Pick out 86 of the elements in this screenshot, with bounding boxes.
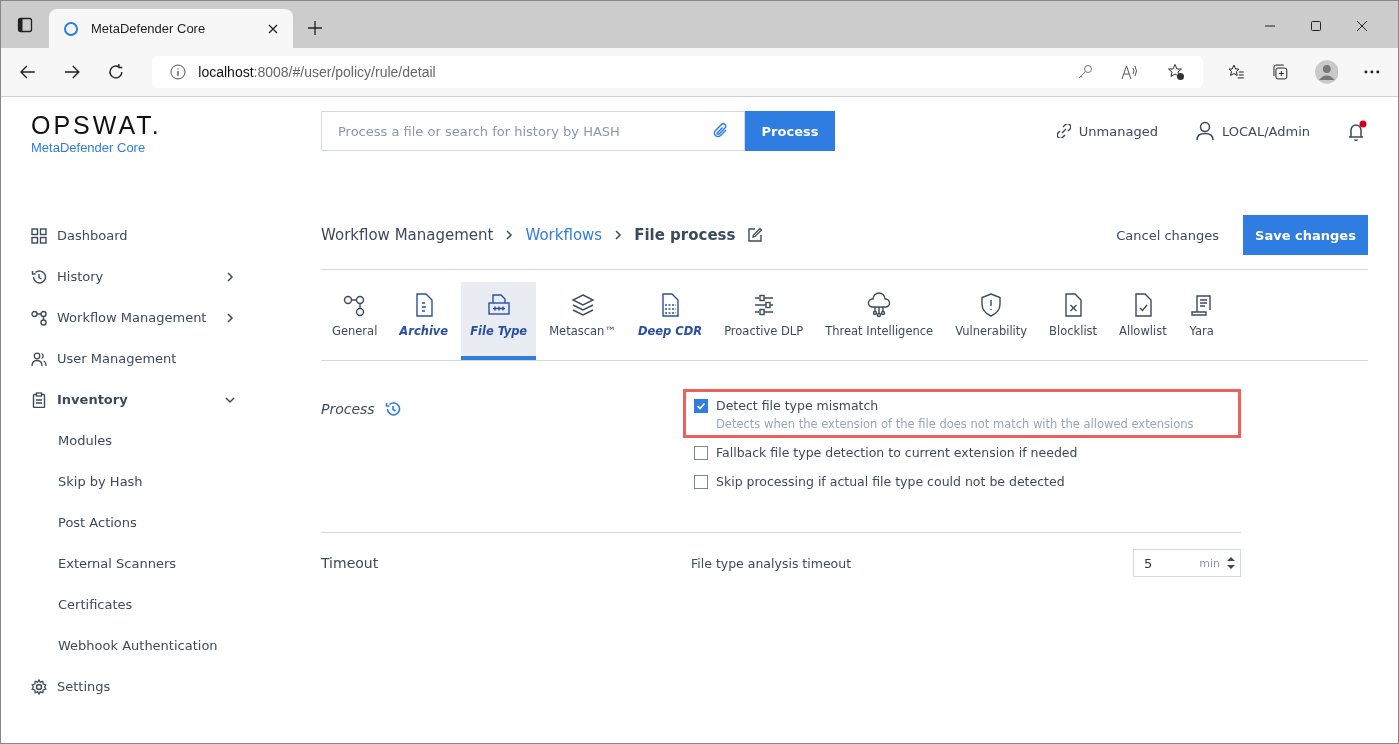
new-tab-icon[interactable]	[307, 20, 323, 36]
history-icon	[31, 268, 47, 285]
favorite-add-icon[interactable]	[1167, 63, 1185, 81]
checkbox[interactable]	[694, 474, 708, 489]
sidebar-subitem[interactable]: Post Actions	[31, 502, 137, 543]
checkbox[interactable]	[694, 398, 708, 413]
workflow-icon	[31, 309, 47, 326]
clipboard-icon	[31, 391, 47, 408]
checkbox-label[interactable]: Detect file type mismatch	[716, 398, 879, 413]
tab[interactable]: Proactive DLP	[715, 282, 813, 360]
chevron-icon	[505, 230, 514, 240]
sidebar-subitem[interactable]: External Scanners	[31, 543, 177, 584]
close-icon[interactable]	[1356, 20, 1368, 32]
process-button[interactable]: Process	[745, 111, 835, 151]
back-icon[interactable]	[19, 63, 37, 81]
tab[interactable]: Vulnerability	[946, 282, 1037, 360]
chevron-icon	[225, 271, 235, 282]
tab[interactable]: Archive	[390, 282, 458, 360]
tab[interactable]: General	[323, 282, 387, 360]
history-icon[interactable]	[384, 401, 401, 417]
timeout-field[interactable]: 5 min	[1133, 549, 1241, 577]
close-icon[interactable]	[267, 22, 279, 35]
sidebar-item[interactable]: Settings	[31, 666, 241, 707]
search-input[interactable]: Process a file or search for history by HASH	[336, 122, 712, 140]
sidebar-item[interactable]: Workflow Management	[31, 297, 241, 338]
tab[interactable]: Threat Intelligence	[816, 282, 943, 360]
tab[interactable]: Blocklist	[1040, 282, 1107, 360]
users-icon	[31, 350, 47, 367]
checkbox-label[interactable]: Skip processing if actual file type could not be detected	[716, 474, 1065, 489]
sidebar-subitem[interactable]: Modules	[31, 420, 113, 461]
tab[interactable]: Allowlist	[1110, 282, 1176, 360]
save-changes-button[interactable]: Save changes	[1243, 215, 1368, 255]
breadcrumb-item: File process	[634, 226, 736, 244]
field-label: File type analysis timeout	[691, 555, 852, 571]
chevron-icon	[225, 394, 235, 405]
option-description: Detects when the extension of the file does not match with the allowed extensions	[715, 417, 1195, 431]
company-logo: OPSWAT.	[31, 111, 162, 140]
info-icon[interactable]	[170, 64, 187, 80]
address-bar[interactable]: localhost:8008/#/user/policy/rule/detail	[152, 56, 1203, 88]
read-aloud-icon[interactable]	[1121, 64, 1139, 80]
user-icon	[1195, 121, 1214, 141]
checkbox-label[interactable]: Fallback file type detection to current extension if needed	[716, 445, 1078, 460]
chevron-icon	[614, 230, 623, 240]
printer-icon	[485, 292, 512, 318]
breadcrumb-link[interactable]: Workflows	[525, 226, 603, 244]
sidebar-subitem[interactable]: Skip by Hash	[31, 461, 143, 502]
layers-icon	[569, 292, 596, 318]
sidebar-subitem[interactable]: Certificates	[31, 584, 133, 625]
section-title: Timeout	[321, 555, 379, 571]
status-label: Unmanaged	[1078, 123, 1158, 139]
profile-avatar-icon[interactable]	[1314, 60, 1339, 84]
tab[interactable]: Deep CDR	[628, 282, 712, 360]
search-field[interactable]: Process a file or search for history by HASH	[321, 111, 745, 151]
edit-icon[interactable]	[747, 227, 764, 243]
user-name[interactable]: LOCAL/Admin	[1221, 123, 1310, 139]
loading-icon	[63, 20, 79, 37]
browser-tab[interactable]: MetaDefender Core	[49, 9, 293, 48]
section-title: Process	[321, 401, 375, 417]
sidebar-item[interactable]: Dashboard	[31, 215, 241, 256]
paperclip-icon[interactable]	[712, 122, 730, 140]
product-name: MetaDefender Core	[31, 140, 146, 155]
notification-bell-icon[interactable]	[1346, 120, 1368, 142]
tab[interactable]: Metascan™	[540, 282, 625, 360]
forward-icon[interactable]	[62, 63, 81, 81]
more-icon[interactable]	[1364, 70, 1380, 74]
checkmark-icon	[696, 400, 706, 411]
cloud-network-icon	[866, 292, 893, 318]
cancel-changes-button[interactable]: Cancel changes	[1108, 227, 1227, 243]
favorites-icon[interactable]	[1227, 63, 1245, 81]
maximize-icon[interactable]	[1310, 20, 1322, 32]
sidebar-item[interactable]: Inventory	[31, 379, 241, 420]
tab[interactable]: File Type	[461, 282, 537, 360]
checkbox[interactable]	[694, 445, 708, 460]
sidebar-item[interactable]: User Management	[31, 338, 241, 379]
sidebar-subitem[interactable]: Webhook Authentication	[31, 625, 218, 666]
broken-link-icon	[1056, 124, 1071, 138]
key-icon[interactable]	[1077, 64, 1093, 80]
refresh-icon[interactable]	[106, 63, 125, 81]
tab[interactable]: Yara	[1179, 282, 1224, 360]
grid-icon	[31, 227, 47, 244]
chevron-icon	[225, 312, 235, 323]
collections-icon[interactable]	[1270, 63, 1289, 81]
breadcrumb-item: Workflow Management	[321, 226, 494, 244]
sidebar-item[interactable]: History	[31, 256, 241, 297]
settings-icon	[31, 678, 47, 695]
tab-actions-icon[interactable]	[17, 17, 33, 33]
